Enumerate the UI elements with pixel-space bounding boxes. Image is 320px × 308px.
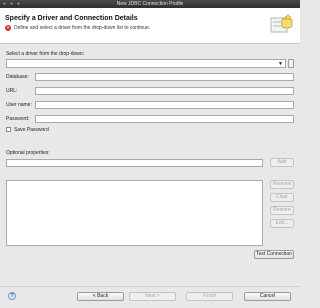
help-icon[interactable]: ?	[8, 292, 16, 300]
chevron-down-icon: ▼	[278, 61, 283, 67]
edit-property-button[interactable]: Edit...	[270, 219, 294, 228]
save-password-checkbox[interactable]	[6, 127, 11, 132]
next-button[interactable]: Next >	[129, 292, 176, 301]
properties-table[interactable]	[6, 180, 263, 246]
close-window-icon[interactable]	[2, 1, 7, 6]
save-password-label: Save Password	[14, 127, 49, 133]
footer-divider	[0, 286, 300, 287]
finish-button[interactable]: Finish	[186, 292, 233, 301]
username-field[interactable]	[35, 101, 294, 109]
driver-select-label: Select a driver from the drop-down:	[6, 51, 85, 57]
header-message: × Define and select a driver from the dr…	[5, 25, 150, 31]
new-driver-button[interactable]	[288, 59, 294, 68]
driver-select[interactable]: ▼	[6, 59, 286, 68]
add-property-button[interactable]: Add	[270, 158, 294, 167]
window-title: New JDBC Connection Profile	[116, 1, 184, 7]
back-button[interactable]: < Back	[77, 292, 124, 301]
test-connection-button[interactable]: Test Connection	[254, 250, 294, 259]
password-label: Password:	[6, 116, 30, 122]
database-wizard-icon	[270, 13, 293, 33]
database-label: Database:	[6, 74, 29, 80]
optional-properties-field[interactable]	[6, 159, 263, 167]
username-label: User name:	[6, 102, 32, 108]
url-field[interactable]	[35, 87, 294, 95]
page-title: Specify a Driver and Connection Details	[5, 15, 138, 22]
wizard-header: Specify a Driver and Connection Details …	[0, 8, 300, 44]
error-icon: ×	[5, 25, 11, 31]
password-field[interactable]	[35, 115, 294, 123]
maximize-window-icon[interactable]	[16, 1, 21, 6]
database-field[interactable]	[35, 73, 294, 81]
header-message-text: Define and select a driver from the drop…	[14, 25, 151, 31]
cancel-button[interactable]: Cancel	[244, 292, 291, 301]
remove-property-button[interactable]: Remove	[270, 180, 294, 189]
restore-properties-button[interactable]: Restore	[270, 206, 294, 215]
minimize-window-icon[interactable]	[9, 1, 14, 6]
clear-properties-button[interactable]: Clear	[270, 193, 294, 202]
url-label: URL:	[6, 88, 18, 94]
window-controls	[2, 1, 21, 6]
window-titlebar: New JDBC Connection Profile	[0, 0, 300, 8]
optional-properties-label: Optional properties:	[6, 150, 50, 156]
